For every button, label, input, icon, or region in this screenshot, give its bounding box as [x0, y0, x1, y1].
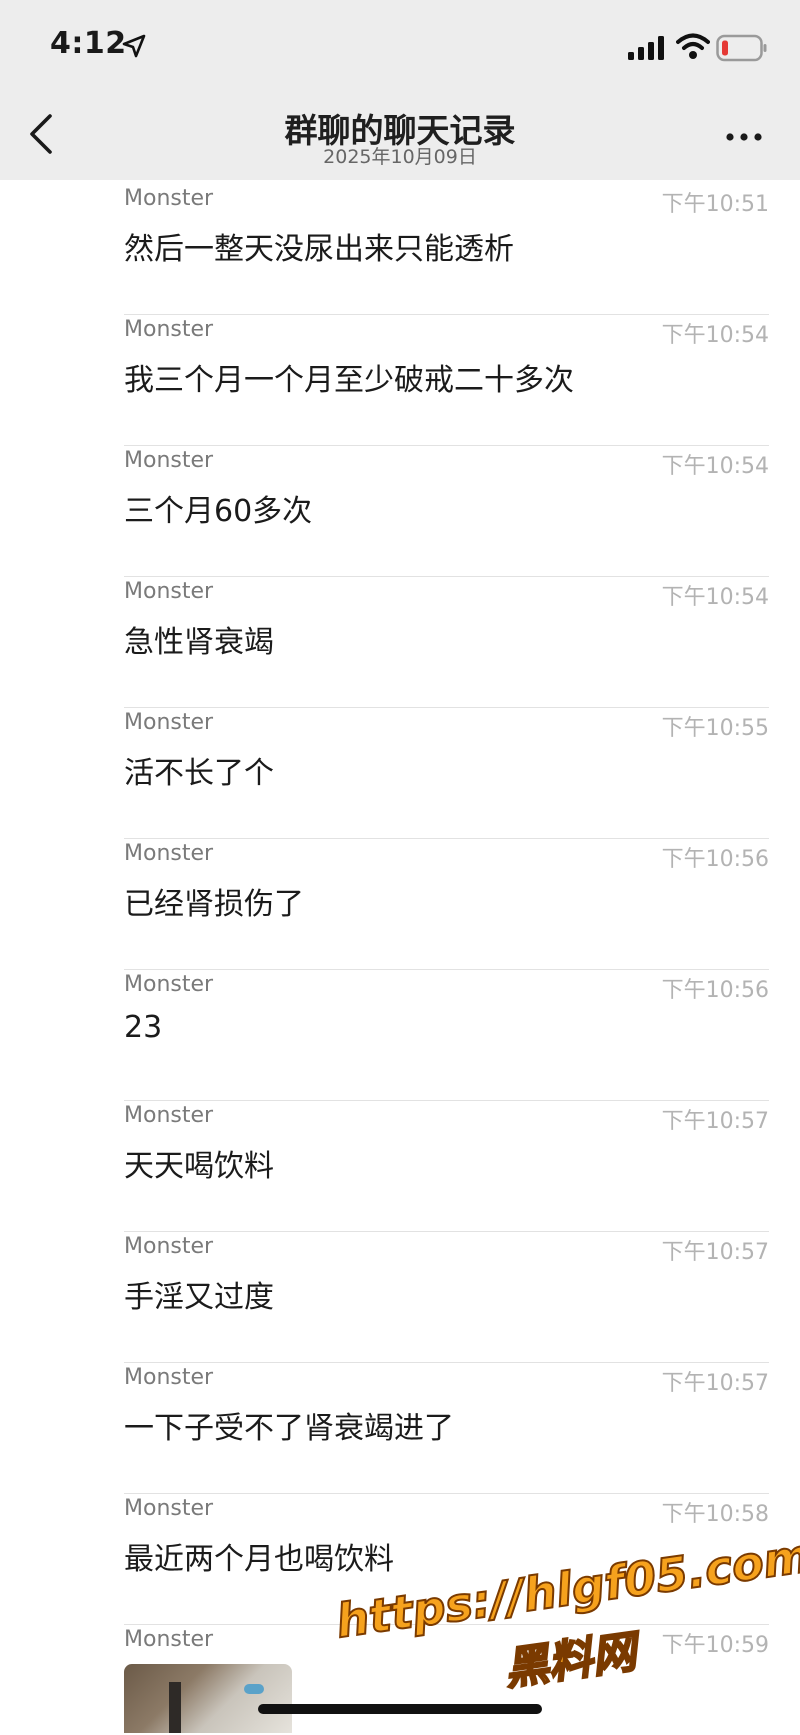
message-text: 然后一整天没尿出来只能透析: [124, 232, 514, 267]
message-time: 下午10:54: [661, 323, 769, 348]
message-item[interactable]: Monster 下午10:54 急性肾衰竭: [124, 577, 769, 708]
wifi-icon: [676, 33, 710, 59]
message-sender: Monster: [124, 1103, 214, 1128]
top-bar: 4:12 群聊的聊天记录 2025年10月09日: [0, 0, 800, 180]
page-subtitle-date: 2025年10月09日: [323, 146, 477, 168]
message-item[interactable]: Monster 下午10:57 一下子受不了肾衰竭进了: [124, 1363, 769, 1494]
message-sender: Monster: [124, 1496, 214, 1521]
message-text: 活不长了个: [124, 756, 274, 791]
message-time: 下午10:57: [661, 1109, 769, 1134]
message-sender: Monster: [124, 1627, 214, 1652]
message-text: 天天喝饮料: [124, 1149, 274, 1184]
signal-bars-icon: [628, 36, 664, 60]
more-dots-icon[interactable]: [724, 130, 764, 144]
message-sender: Monster: [124, 448, 214, 473]
status-time: 4:12: [50, 26, 127, 61]
message-time: 下午10:55: [661, 716, 769, 741]
message-sender: Monster: [124, 579, 214, 604]
message-text: 手淫又过度: [124, 1280, 274, 1315]
message-text: 急性肾衰竭: [124, 625, 274, 660]
message-sender: Monster: [124, 1365, 214, 1390]
watermark-label: 黑料网: [500, 1625, 640, 1696]
message-text: 23: [124, 1010, 163, 1045]
message-item[interactable]: Monster 下午10:54 三个月60多次: [124, 446, 769, 577]
message-time: 下午10:54: [661, 585, 769, 610]
message-item[interactable]: Monster 下午10:56 23: [124, 970, 769, 1101]
message-text: 三个月60多次: [124, 494, 313, 529]
message-text: 一下子受不了肾衰竭进了: [124, 1411, 454, 1446]
location-arrow-icon: [122, 34, 146, 58]
message-sender: Monster: [124, 841, 214, 866]
message-item[interactable]: Monster 下午10:57 天天喝饮料: [124, 1101, 769, 1232]
message-item[interactable]: Monster 下午10:57 手淫又过度: [124, 1232, 769, 1363]
message-sender: Monster: [124, 710, 214, 735]
thumbnail-detail: [169, 1682, 181, 1733]
message-time: 下午10:57: [661, 1240, 769, 1265]
message-time: 下午10:54: [661, 454, 769, 479]
message-item[interactable]: Monster 下午10:51 然后一整天没尿出来只能透析: [124, 184, 769, 315]
message-time: 下午10:57: [661, 1371, 769, 1396]
message-text: 我三个月一个月至少破戒二十多次: [124, 363, 574, 398]
message-time: 下午10:56: [661, 978, 769, 1003]
message-sender: Monster: [124, 972, 214, 997]
message-item[interactable]: Monster 下午10:54 我三个月一个月至少破戒二十多次: [124, 315, 769, 446]
image-thumbnail[interactable]: [124, 1664, 292, 1733]
message-sender: Monster: [124, 317, 214, 342]
message-sender: Monster: [124, 1234, 214, 1259]
message-sender: Monster: [124, 186, 214, 211]
battery-low-icon: [716, 34, 767, 62]
message-item[interactable]: Monster 下午10:55 活不长了个: [124, 708, 769, 839]
message-text: 已经肾损伤了: [124, 887, 304, 922]
message-time: 下午10:51: [661, 192, 769, 217]
message-item[interactable]: Monster 下午10:56 已经肾损伤了: [124, 839, 769, 970]
thumbnail-detail: [244, 1684, 264, 1694]
message-time: 下午10:56: [661, 847, 769, 872]
